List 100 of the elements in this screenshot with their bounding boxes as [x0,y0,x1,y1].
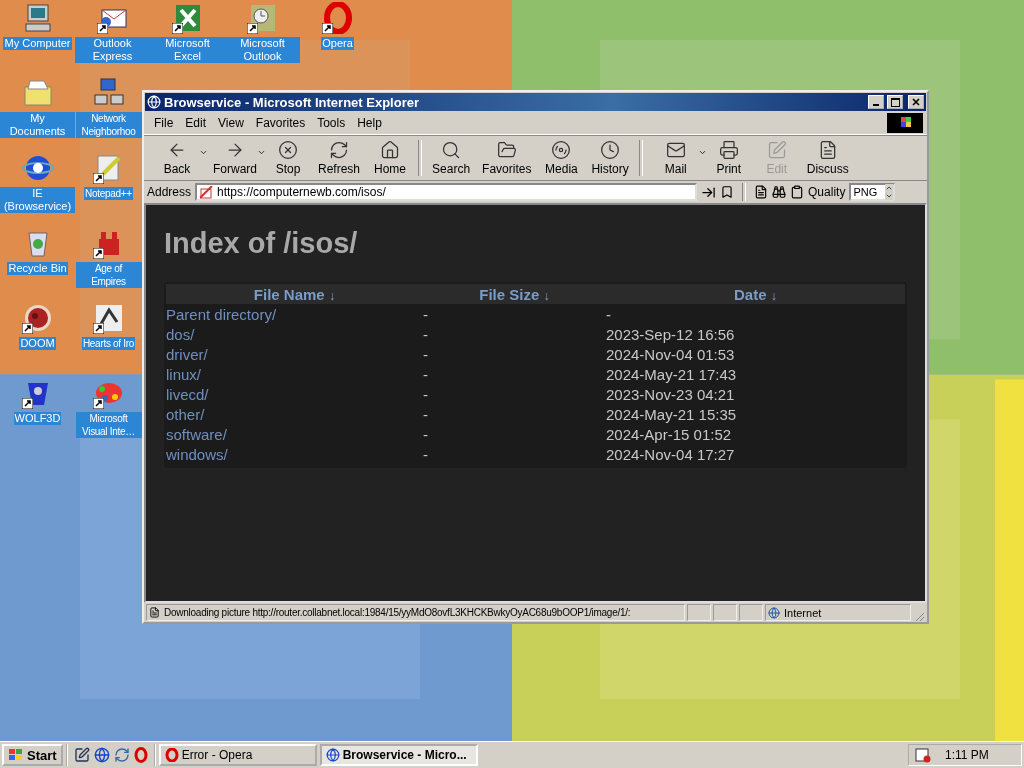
start-button[interactable]: Start [2,744,63,766]
clipboard-icon[interactable] [790,185,805,199]
column-header[interactable]: Date ↓ [606,285,905,303]
toolbar-button[interactable]: Mail [646,140,705,176]
menu-item[interactable]: Tools [311,116,352,130]
file-link[interactable]: linux/ [166,365,202,383]
taskbar-button[interactable]: Error - Opera [158,744,317,766]
address-field[interactable]: https://computernewb.com/isos/ [195,183,698,201]
table-cell: - [423,405,428,423]
icon-label[interactable]: My Computer [3,37,72,50]
table-cell: 2024-Apr-15 01:52 [606,425,732,443]
toolbar-button[interactable]: Search [426,140,477,176]
file-link[interactable]: dos/ [166,325,195,343]
icon-label[interactable]: DOOM [19,337,56,350]
folder-icon [496,140,517,160]
menu-item[interactable]: Favorites [249,116,312,130]
toolbar-button[interactable]: Back [148,140,206,176]
taskbar-button[interactable]: Browservice - Micro... [319,744,478,766]
toolbar-button[interactable]: Refresh [312,140,367,176]
icon-label[interactable]: IE (Browservice) [0,187,75,213]
browser-icon[interactable] [93,747,110,763]
minimize-button[interactable] [868,95,884,109]
table-cell: - [423,305,428,323]
toolbar-button[interactable]: Discuss [800,140,855,176]
toolbar-button[interactable]: Media [537,140,586,176]
home-icon [380,140,401,160]
maximize-icon [890,97,900,107]
address-label: Address [147,185,192,199]
icon-label[interactable]: WOLF3D [13,412,62,425]
status-pane [713,604,737,621]
resize-grip-icon [913,610,925,622]
toolbar-button[interactable]: Stop [264,140,312,176]
toolbar-button[interactable]: Favorites [476,140,538,176]
close-button[interactable] [908,95,924,109]
stop-icon [278,140,298,160]
file-link[interactable]: windows/ [166,445,228,463]
window-title: Browservice - Microsoft Internet Explorer [164,94,420,110]
file-link[interactable]: software/ [166,425,227,443]
throbber-icon [887,113,923,133]
menu-item[interactable]: Edit [179,116,213,130]
table-cell: - [423,345,428,363]
browser-icon [147,95,161,109]
document-icon [149,607,160,618]
icon-label[interactable]: Microsoft Outlook [225,37,300,63]
toolbar-button[interactable]: Home [366,140,415,176]
menu-item[interactable]: View [212,116,250,130]
table-cell: - [423,365,428,383]
column-header[interactable]: File Name ↓ [166,285,423,303]
maximize-button[interactable] [887,95,903,109]
file-link[interactable]: livecd/ [166,385,209,403]
search-icon [441,140,462,160]
document-icon[interactable] [754,185,769,199]
table-cell: - [423,385,428,403]
icon-label[interactable]: Outlook Express [75,37,150,63]
bookmark-icon[interactable] [720,185,735,199]
close-icon [912,98,920,106]
icon-label[interactable]: Notepad++ [84,187,133,200]
icon-label[interactable]: Network Neighborhoo [75,112,142,138]
printer-icon [718,140,739,160]
ring-icon[interactable] [321,2,354,34]
menu-item[interactable]: File [148,116,180,130]
toolbar-button[interactable]: History [585,140,635,176]
menu-item[interactable]: Help [351,116,388,130]
quality-label: Quality [808,185,846,199]
icon-label[interactable]: Hearts of Iro [81,337,136,350]
folder-icon[interactable] [21,77,54,109]
file-link[interactable]: Parent directory/ [166,305,277,323]
file-link[interactable]: other/ [166,405,205,423]
icon-label[interactable]: My Documents [0,112,75,138]
status-pane [687,604,711,621]
table-cell: 2024-May-21 15:35 [606,405,737,423]
refresh-icon [329,140,349,160]
page-heading: Index of /isos/ [164,227,359,260]
column-header[interactable]: File Size ↓ [423,285,606,303]
table-cell: 2024-May-21 17:43 [606,365,737,383]
toolbar-button[interactable]: Forward [206,140,264,176]
windows-flag-icon [8,748,24,762]
icon-label[interactable]: Recycle Bin [7,262,68,275]
globe-icon [768,606,780,619]
icon-label[interactable]: Microsoft Excel [150,37,225,63]
status-pane [739,604,763,621]
table-cell: 2023-Sep-12 16:56 [606,325,735,343]
binoculars-icon[interactable] [772,185,787,199]
quality-select[interactable]: PNG [849,183,896,201]
browser-icon [325,748,340,762]
status-text: Downloading picture http://router.collabnet.local:1984/15/yyMdO8ovfL3KHCKBwkyOyAC68u9bOOP1/image/1/: [164,607,631,618]
table-cell: 2023-Nov-23 04:21 [606,385,735,403]
file-link[interactable]: driver/ [166,345,208,363]
disc-icon [551,140,572,160]
clock: 1:11 PM [945,748,989,762]
scheduler-icon[interactable] [915,747,931,763]
icon-label[interactable]: Opera [321,37,354,50]
toolbar-button[interactable]: Print [704,140,753,176]
zone-label: Internet [784,606,822,619]
icon-label[interactable]: Microsoft Visual Inte… [75,412,142,438]
mail-icon [665,140,686,160]
icon-label[interactable]: Age of Empires [75,262,142,288]
ring-icon [164,748,179,762]
address-text: https://computernewb.com/isos/ [217,185,386,199]
ring-icon[interactable] [133,747,148,763]
